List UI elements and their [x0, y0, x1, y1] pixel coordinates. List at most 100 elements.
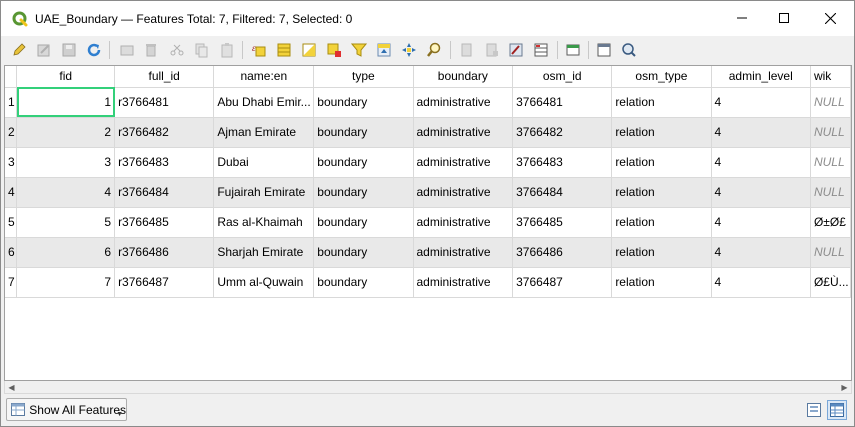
minimize-button[interactable] — [719, 1, 765, 35]
cell-name-en[interactable]: Ras al-Khaimah — [213, 207, 315, 238]
cell-osm-type[interactable]: relation — [611, 117, 712, 148]
cell-fid[interactable]: 1 — [16, 87, 116, 118]
column-header-wik[interactable]: wik — [810, 66, 851, 88]
move-selection-top-icon[interactable] — [374, 40, 394, 60]
cell-type[interactable]: boundary — [313, 207, 414, 238]
cell-full-id[interactable]: r3766486 — [114, 237, 215, 268]
cell-name-en[interactable]: Ajman Emirate — [213, 117, 315, 148]
column-header-name-en[interactable]: name:en — [213, 66, 315, 88]
cell-wik[interactable]: NULL — [810, 177, 851, 208]
zoom-map-icon[interactable] — [619, 40, 639, 60]
cell-name-en[interactable]: Umm al-Quwain — [213, 267, 315, 298]
cut-icon[interactable] — [167, 40, 187, 60]
close-button[interactable] — [807, 1, 853, 35]
table-row[interactable]: 3 3 r3766483 Dubai boundary administrati… — [5, 147, 851, 178]
cell-name-en[interactable]: Fujairah Emirate — [213, 177, 315, 208]
cell-fid[interactable]: 6 — [16, 237, 116, 268]
cell-osm-type[interactable]: relation — [611, 207, 712, 238]
cell-full-id[interactable]: r3766487 — [114, 267, 215, 298]
attribute-table-grid[interactable]: fid full_id name:en type boundary osm_id… — [4, 65, 852, 381]
scroll-left-icon[interactable]: ◀ — [6, 382, 17, 392]
cell-osm-type[interactable]: relation — [611, 87, 712, 118]
row-number[interactable]: 4 — [5, 177, 18, 208]
dock-table-icon[interactable] — [563, 40, 583, 60]
cell-osm-type[interactable]: relation — [611, 237, 712, 268]
cell-admin-level[interactable]: 4 — [711, 117, 811, 148]
cell-boundary[interactable]: administrative — [413, 147, 514, 178]
column-header-boundary[interactable]: boundary — [413, 66, 514, 88]
row-number[interactable]: 3 — [5, 147, 18, 178]
pan-to-selection-icon[interactable] — [399, 40, 419, 60]
cell-fid[interactable]: 3 — [16, 147, 116, 178]
new-field-icon[interactable] — [457, 40, 477, 60]
cell-name-en[interactable]: Abu Dhabi Emir... — [213, 87, 315, 118]
table-row[interactable]: 4 4 r3766484 Fujairah Emirate boundary a… — [5, 177, 851, 208]
delete-field-icon[interactable] — [482, 40, 502, 60]
cell-boundary[interactable]: administrative — [413, 237, 514, 268]
horizontal-scrollbar[interactable]: ◀ ▶ — [4, 381, 852, 394]
cell-full-id[interactable]: r3766484 — [114, 177, 215, 208]
row-number[interactable]: 6 — [5, 237, 18, 268]
delete-feature-icon[interactable] — [141, 40, 161, 60]
zoom-to-selection-icon[interactable] — [424, 40, 444, 60]
table-row[interactable]: 2 2 r3766482 Ajman Emirate boundary admi… — [5, 117, 851, 148]
cell-osm-id[interactable]: 3766487 — [512, 267, 613, 298]
actions-icon[interactable] — [594, 40, 614, 60]
cell-full-id[interactable]: r3766485 — [114, 207, 215, 238]
column-header-type[interactable]: type — [313, 66, 414, 88]
cell-name-en[interactable]: Dubai — [213, 147, 315, 178]
cell-osm-type[interactable]: relation — [611, 177, 712, 208]
cell-type[interactable]: boundary — [313, 237, 414, 268]
cell-osm-type[interactable]: relation — [611, 267, 712, 298]
cell-type[interactable]: boundary — [313, 147, 414, 178]
column-header-fid[interactable]: fid — [16, 66, 116, 88]
row-number[interactable]: 1 — [5, 87, 18, 118]
column-header-full-id[interactable]: full_id — [114, 66, 215, 88]
column-header-osm-type[interactable]: osm_type — [611, 66, 712, 88]
cell-wik[interactable]: NULL — [810, 117, 851, 148]
cell-type[interactable]: boundary — [313, 117, 414, 148]
column-header-osm-id[interactable]: osm_id — [512, 66, 613, 88]
cell-admin-level[interactable]: 4 — [711, 237, 811, 268]
cell-full-id[interactable]: r3766482 — [114, 117, 215, 148]
cell-osm-id[interactable]: 3766486 — [512, 237, 613, 268]
cell-osm-id[interactable]: 3766481 — [512, 87, 613, 118]
cell-type[interactable]: boundary — [313, 177, 414, 208]
scroll-right-icon[interactable]: ▶ — [839, 382, 850, 392]
table-row[interactable]: 6 6 r3766486 Sharjah Emirate boundary ad… — [5, 237, 851, 268]
row-number[interactable]: 7 — [5, 267, 18, 298]
table-view-button[interactable] — [827, 400, 847, 420]
cell-fid[interactable]: 4 — [16, 177, 116, 208]
cell-fid[interactable]: 7 — [16, 267, 116, 298]
cell-osm-id[interactable]: 3766485 — [512, 207, 613, 238]
invert-selection-icon[interactable] — [299, 40, 319, 60]
cell-osm-id[interactable]: 3766483 — [512, 147, 613, 178]
multi-edit-icon[interactable] — [34, 40, 54, 60]
deselect-all-icon[interactable] — [324, 40, 344, 60]
cell-wik[interactable]: NULL — [810, 237, 851, 268]
cell-osm-id[interactable]: 3766484 — [512, 177, 613, 208]
filter-select-icon[interactable] — [349, 40, 369, 60]
cell-admin-level[interactable]: 4 — [711, 207, 811, 238]
form-view-button[interactable] — [804, 400, 824, 420]
cell-name-en[interactable]: Sharjah Emirate — [213, 237, 315, 268]
cell-wik[interactable]: Ø£Ù... — [810, 267, 851, 298]
cell-type[interactable]: boundary — [313, 87, 414, 118]
cell-boundary[interactable]: administrative — [413, 207, 514, 238]
maximize-button[interactable] — [761, 1, 807, 35]
cell-boundary[interactable]: administrative — [413, 87, 514, 118]
row-header-corner[interactable] — [5, 66, 18, 88]
reload-icon[interactable] — [84, 40, 104, 60]
open-field-calculator-icon[interactable] — [506, 40, 526, 60]
cell-fid[interactable]: 2 — [16, 117, 116, 148]
cell-admin-level[interactable]: 4 — [711, 87, 811, 118]
select-all-icon[interactable] — [274, 40, 294, 60]
column-header-admin-level[interactable]: admin_level — [711, 66, 811, 88]
row-number[interactable]: 5 — [5, 207, 18, 238]
cell-fid[interactable]: 5 — [16, 207, 116, 238]
paste-icon[interactable] — [217, 40, 237, 60]
toggle-editing-icon[interactable] — [9, 40, 29, 60]
cell-admin-level[interactable]: 4 — [711, 267, 811, 298]
cell-boundary[interactable]: administrative — [413, 267, 514, 298]
save-edits-icon[interactable] — [59, 40, 79, 60]
